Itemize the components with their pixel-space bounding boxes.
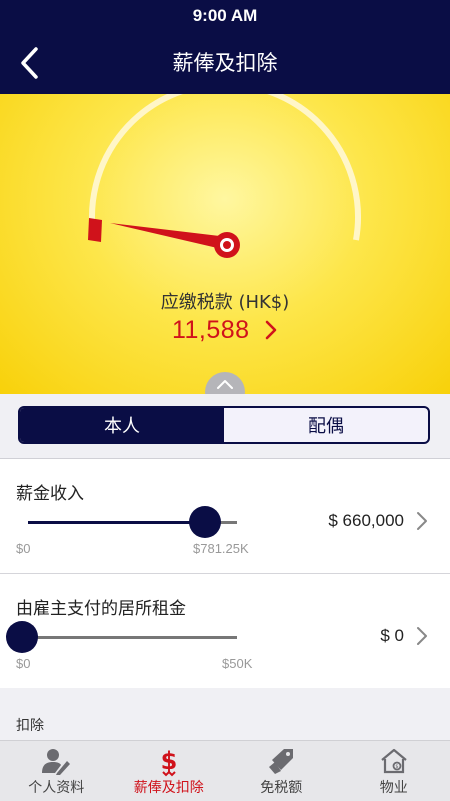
rent-value: $ 0 [380, 626, 404, 646]
rent-card: 由雇主支付的居所租金 $0 $50K $ 0 [0, 574, 450, 689]
rent-value-button[interactable]: $ 0 [380, 626, 428, 646]
tab-salary-deductions-label: 薪俸及扣除 [113, 777, 226, 797]
salary-value-button[interactable]: $ 660,000 [328, 511, 428, 531]
tab-property[interactable]: $ 物业 [338, 741, 450, 801]
svg-text:$: $ [395, 764, 398, 770]
person-segmented-control: 本人 配偶 [18, 406, 430, 444]
segment-self[interactable]: 本人 [20, 408, 224, 442]
tag-icon [266, 747, 296, 775]
rent-title: 由雇主支付的居所租金 [16, 594, 186, 619]
tax-payable-label: 应缴税款 (HK$) [0, 288, 450, 314]
deductions-section: 扣除 [0, 688, 450, 740]
rent-slider-thumb[interactable] [6, 621, 38, 653]
gauge-needle [110, 223, 228, 250]
person-edit-icon [41, 747, 71, 775]
tab-allowances-label: 免税额 [225, 777, 338, 797]
rent-max-label: $50K [222, 656, 252, 671]
chevron-up-icon [215, 378, 235, 390]
salary-title: 薪金收入 [16, 479, 84, 504]
salary-value: $ 660,000 [328, 511, 404, 531]
tab-personal-info-label: 个人资料 [0, 777, 113, 797]
nav-bar: 薪俸及扣除 [0, 32, 450, 94]
gauge-arc [92, 94, 358, 240]
deductions-label: 扣除 [16, 715, 44, 735]
chevron-right-icon [264, 319, 278, 341]
tax-payable-link[interactable]: 11,588 [0, 316, 450, 345]
page-title: 薪俸及扣除 [0, 32, 450, 94]
person-selector-area: 本人 配偶 [0, 394, 450, 459]
tab-allowances[interactable]: 免税额 [225, 741, 338, 801]
gauge-pivot-inner [223, 241, 231, 249]
tab-personal-info[interactable]: 个人资料 [0, 741, 113, 801]
salary-max-label: $781.25K [193, 541, 249, 556]
rent-slider-track[interactable] [22, 636, 237, 639]
rent-min-label: $0 [16, 656, 30, 671]
segment-spouse-label: 配偶 [308, 412, 344, 438]
status-time: 9:00 AM [193, 6, 258, 26]
chevron-right-icon [416, 511, 428, 531]
salary-min-label: $0 [16, 541, 30, 556]
house-icon: $ [379, 747, 409, 775]
tab-property-label: 物业 [338, 777, 450, 797]
tax-gauge-panel: 应缴税款 (HK$) 11,588 [0, 94, 450, 394]
dollar-icon: $ [157, 747, 181, 777]
segment-self-label: 本人 [104, 412, 140, 438]
salary-slider-thumb[interactable] [189, 506, 221, 538]
segment-spouse[interactable]: 配偶 [224, 408, 428, 442]
bottom-tab-bar: 个人资料 $ 薪俸及扣除 免税额 $ 物业 [0, 740, 450, 801]
tax-payable-value: 11,588 [172, 316, 250, 344]
salary-slider-fill [28, 521, 205, 524]
salary-card: 薪金收入 $0 $781.25K $ 660,000 [0, 459, 450, 574]
status-bar: 9:00 AM [0, 0, 450, 32]
tab-salary-deductions[interactable]: $ 薪俸及扣除 [113, 741, 226, 801]
chevron-right-icon [416, 626, 428, 646]
gauge-level-marker [88, 218, 102, 242]
